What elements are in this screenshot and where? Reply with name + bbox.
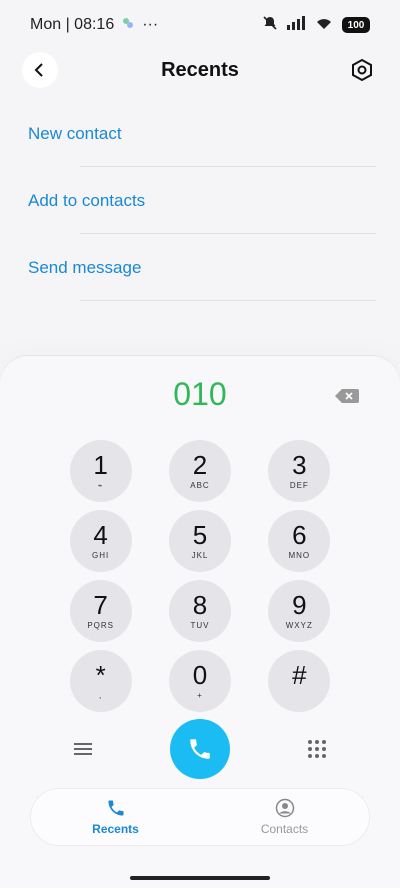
keypad-toggle-button[interactable] <box>302 734 332 764</box>
keypad-row: 4 GHI 5 JKL 6 MNO <box>0 510 400 572</box>
status-left: Mon | 08:16 ··· <box>30 16 158 34</box>
key-letters: JKL <box>191 551 209 560</box>
signal-icon <box>286 15 306 36</box>
key-digit: # <box>292 660 307 690</box>
back-button[interactable] <box>22 52 58 88</box>
key-6[interactable]: 6 MNO <box>268 510 331 572</box>
page-title: Recents <box>161 58 239 81</box>
key-letters: MNO <box>288 551 311 560</box>
number-actions-list: New contact Add to contacts Send message <box>0 100 400 301</box>
key-7[interactable]: 7 PQRS <box>69 580 132 642</box>
mute-bell-icon <box>262 15 278 36</box>
divider <box>80 300 376 301</box>
key-letters: TUV <box>190 621 210 630</box>
key-digit: 4 <box>93 520 108 550</box>
more-notifications-icon: ··· <box>142 16 159 33</box>
key-hash[interactable]: # <box>268 650 331 712</box>
key-digit: 1 <box>93 450 108 480</box>
key-4[interactable]: 4 GHI <box>69 510 132 572</box>
person-circle-icon <box>275 798 294 818</box>
dialpad-grid-icon <box>308 740 326 758</box>
settings-button[interactable] <box>344 52 380 88</box>
voicemail-icon: ⌁ <box>97 481 104 490</box>
backspace-icon <box>335 389 359 403</box>
bottom-nav: Recents Contacts <box>30 788 370 846</box>
keypad: 1 ⌁ 2 ABC 3 DEF 4 GHI 5 JKL 6 MNO 7 PQRS… <box>0 440 400 720</box>
key-digit: 6 <box>292 520 307 550</box>
phone-icon <box>108 800 123 816</box>
key-letters: PQRS <box>87 621 114 630</box>
backspace-button[interactable] <box>334 386 360 406</box>
key-5[interactable]: 5 JKL <box>168 510 231 572</box>
phone-icon <box>190 739 210 759</box>
key-star[interactable]: * , <box>69 650 132 712</box>
new-contact-label: New contact <box>28 123 122 143</box>
battery-icon: 100 <box>342 17 370 33</box>
key-letters: GHI <box>92 551 110 560</box>
add-to-contacts-action[interactable]: Add to contacts <box>0 167 400 234</box>
key-9[interactable]: 9 WXYZ <box>268 580 331 642</box>
key-digit: 3 <box>292 450 307 480</box>
add-to-contacts-label: Add to contacts <box>28 190 146 210</box>
key-digit: 7 <box>93 590 108 620</box>
home-indicator[interactable] <box>130 876 270 880</box>
menu-button[interactable] <box>68 734 98 764</box>
key-digit: 0 <box>192 660 208 690</box>
key-digit: 9 <box>292 590 307 620</box>
key-letters: + <box>197 691 203 700</box>
call-button[interactable] <box>170 719 230 779</box>
tab-contacts[interactable]: Contacts <box>200 789 369 845</box>
status-day-time: Mon | 08:16 <box>30 16 115 33</box>
keypad-row: 1 ⌁ 2 ABC 3 DEF <box>0 440 400 502</box>
keypad-row: 7 PQRS 8 TUV 9 WXYZ <box>0 580 400 642</box>
key-digit: * <box>95 660 106 690</box>
menu-lines-icon <box>74 743 92 755</box>
status-icons: 100 <box>262 15 370 36</box>
key-3[interactable]: 3 DEF <box>268 440 331 502</box>
key-letters: WXYZ <box>285 621 313 630</box>
key-digit: 8 <box>192 590 208 620</box>
header: Recents <box>0 50 400 90</box>
dialer-panel: 010 1 ⌁ 2 ABC 3 DEF 4 GHI 5 JKL 6 MNO 7 … <box>0 356 400 888</box>
tab-recents[interactable]: Recents <box>31 789 200 845</box>
key-digit: 5 <box>192 520 208 550</box>
keypad-row: * , 0 + # <box>0 650 400 712</box>
key-1[interactable]: 1 ⌁ <box>69 440 132 502</box>
app-notification-icon <box>122 16 134 34</box>
tab-recents-label: Recents <box>92 822 139 836</box>
key-letters: , <box>99 691 103 700</box>
send-message-label: Send message <box>28 257 142 277</box>
key-2[interactable]: 2 ABC <box>168 440 231 502</box>
chevron-left-icon <box>34 63 43 77</box>
new-contact-action[interactable]: New contact <box>0 100 400 167</box>
key-0[interactable]: 0 + <box>168 650 231 712</box>
wifi-icon <box>314 15 334 36</box>
dialer-controls <box>0 718 400 780</box>
status-bar: Mon | 08:16 ··· 100 <box>0 0 400 50</box>
key-letters: ABC <box>190 481 210 490</box>
key-8[interactable]: 8 TUV <box>168 580 231 642</box>
send-message-action[interactable]: Send message <box>0 234 400 301</box>
settings-hexagon-icon <box>352 58 372 82</box>
key-letters: DEF <box>289 481 309 490</box>
key-digit: 2 <box>192 450 208 480</box>
tab-contacts-label: Contacts <box>260 822 309 836</box>
